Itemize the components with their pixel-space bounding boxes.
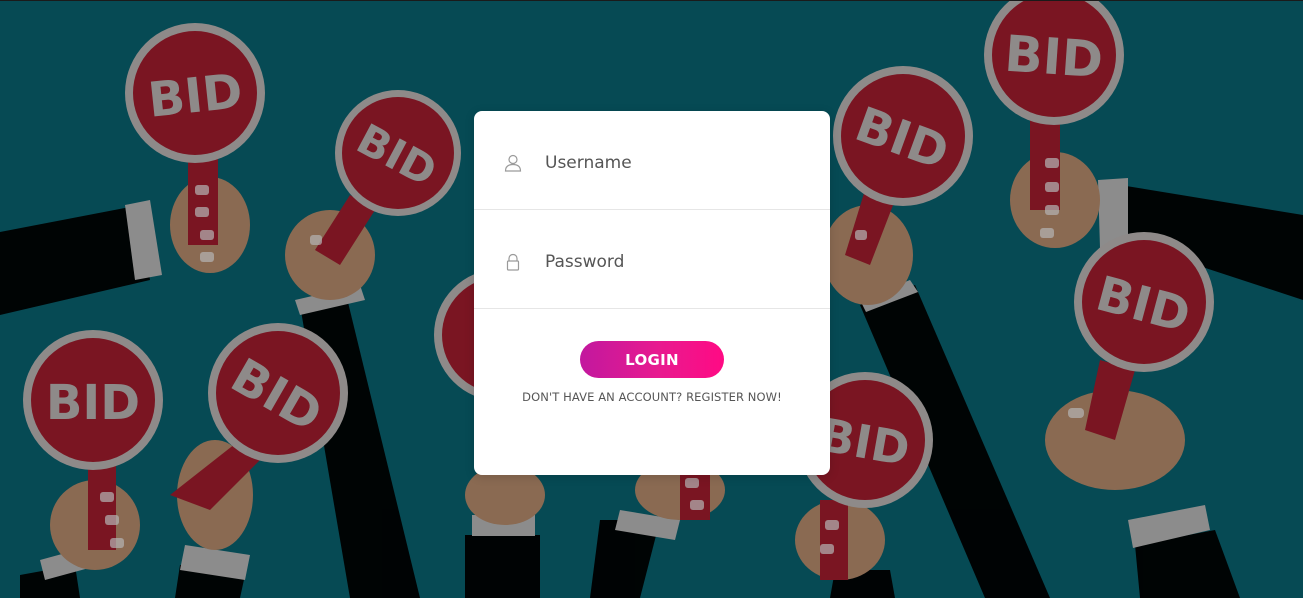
password-input[interactable]: [545, 252, 805, 272]
register-link[interactable]: DON'T HAVE AN ACCOUNT? REGISTER NOW!: [474, 390, 830, 404]
login-page: BID BID BID BID BID BID BID BID Username…: [0, 0, 1303, 598]
username-field-row: [474, 111, 830, 210]
paddle-label: BID: [145, 63, 245, 129]
username-input[interactable]: [545, 153, 805, 173]
user-icon: [504, 154, 522, 172]
login-button[interactable]: LOGIN: [580, 341, 724, 378]
paddle-label: BID: [46, 375, 140, 431]
password-field-row: [474, 210, 830, 309]
paddle-label: BID: [1003, 25, 1105, 90]
lock-icon: [506, 253, 520, 271]
login-card: LOGIN DON'T HAVE AN ACCOUNT? REGISTER NO…: [474, 111, 830, 475]
